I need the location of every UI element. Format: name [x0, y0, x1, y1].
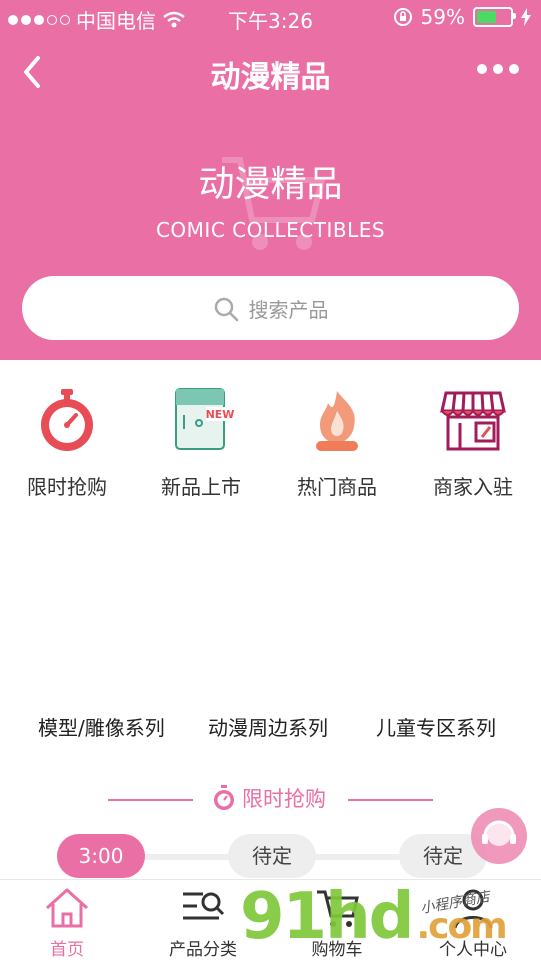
category-label: 限时抢购	[27, 475, 107, 499]
battery-percent: 59%	[420, 5, 465, 29]
fire-icon	[316, 391, 358, 451]
category-label: 商家入驻	[433, 475, 513, 499]
page: 中国电信 下午3:26 59% 动漫精品 动漫精品 COMIC COLLECTI…	[0, 0, 541, 960]
page-title: 动漫精品	[210, 60, 331, 95]
more-options-icon[interactable]	[477, 64, 519, 74]
series-kids[interactable]: 儿童专区系列	[376, 712, 496, 741]
category-hot[interactable]: 热门商品	[272, 385, 402, 500]
category-search-icon	[183, 892, 225, 920]
divider-right	[348, 799, 433, 801]
category-merchant[interactable]: 商家入驻	[408, 385, 538, 500]
home-icon	[45, 888, 89, 928]
new-badge: NEW	[206, 408, 235, 421]
new-pocket-icon: NEW	[175, 388, 235, 450]
nav-bar: 动漫精品	[0, 40, 541, 104]
time-slot-active[interactable]: 3:00	[57, 834, 145, 878]
category-flash-sale[interactable]: 限时抢购	[2, 385, 132, 500]
storefront-icon	[440, 391, 506, 451]
hero-subtitle: COMIC COLLECTIBLES	[155, 218, 386, 242]
hero-title: 动漫精品	[198, 164, 343, 205]
flash-sale-title-wrap: 限时抢购	[212, 783, 326, 813]
flash-sale-timeline: 3:00 待定 待定	[0, 834, 541, 880]
stopwatch-small-icon	[214, 785, 234, 810]
charging-icon	[521, 8, 531, 26]
stopwatch-icon	[41, 389, 93, 451]
category-new-arrivals[interactable]: NEW 新品上市	[136, 385, 266, 500]
category-grid: 限时抢购 NEW 新品上市 热门商品 商家入驻	[0, 385, 541, 505]
series-anime-goods[interactable]: 动漫周边系列	[208, 712, 328, 741]
tab-home[interactable]: 首页	[12, 886, 122, 960]
flash-sale-header: 限时抢购	[0, 783, 541, 817]
watermark-brand: 91hd	[240, 880, 414, 954]
time-slot[interactable]: 待定	[228, 834, 316, 878]
battery-icon	[473, 7, 516, 27]
rotation-lock-icon	[393, 8, 412, 26]
category-label: 热门商品	[297, 475, 377, 499]
search-content: 搜索产品	[22, 294, 519, 323]
search-bar[interactable]: 搜索产品	[22, 276, 519, 340]
search-icon	[214, 297, 238, 321]
search-placeholder: 搜索产品	[248, 298, 329, 322]
customer-service-button[interactable]	[471, 808, 527, 864]
series-row: 模型/雕像系列 动漫周边系列 儿童专区系列	[0, 712, 541, 742]
category-label: 新品上市	[161, 475, 241, 499]
status-bar: 中国电信 下午3:26 59%	[0, 0, 541, 36]
series-model[interactable]: 模型/雕像系列	[38, 712, 165, 741]
tab-label: 首页	[50, 940, 84, 960]
status-right: 59%	[393, 5, 531, 29]
flash-sale-title: 限时抢购	[242, 787, 326, 811]
headset-icon	[482, 820, 516, 846]
divider-left	[108, 799, 193, 801]
header-banner: 中国电信 下午3:26 59% 动漫精品 动漫精品 COMIC COLLECTI…	[0, 0, 541, 360]
